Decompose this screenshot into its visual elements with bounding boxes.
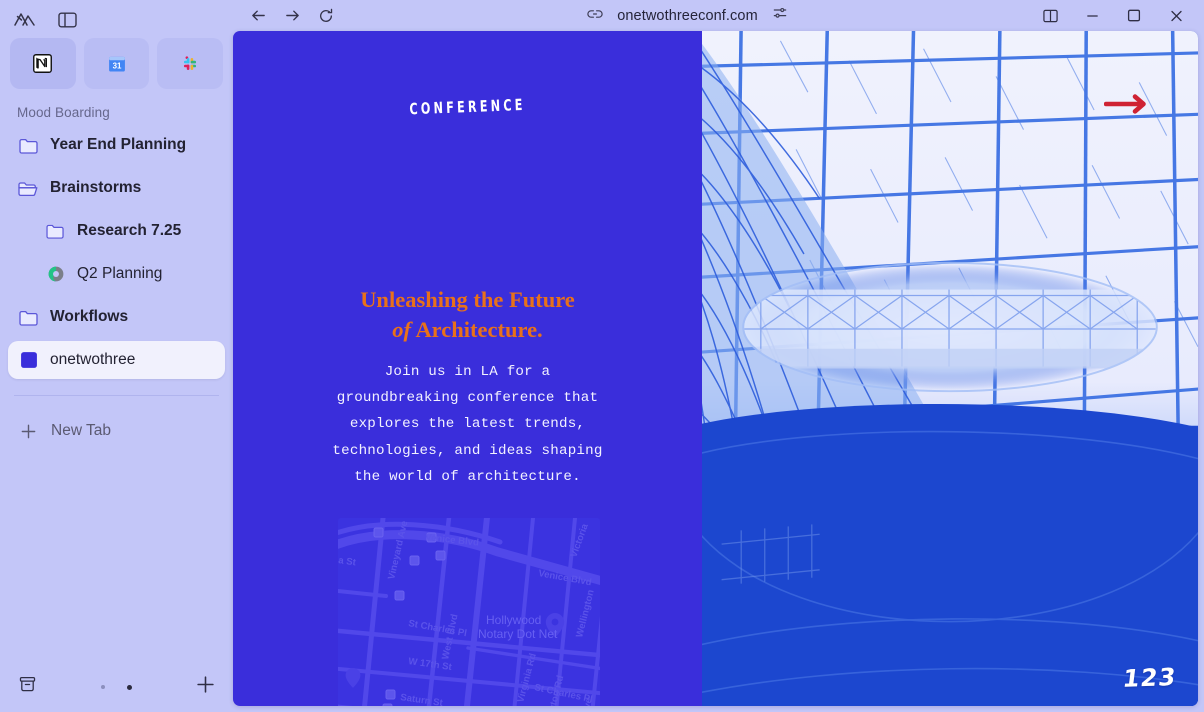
map-place-label-line2: Notary Dot Net	[478, 627, 558, 641]
headline-of: of	[392, 317, 411, 342]
folder-icon	[45, 221, 66, 242]
archive-icon[interactable]	[18, 675, 37, 699]
site-favicon-square-icon	[18, 350, 39, 371]
main-area: onetwothreeconf.com	[233, 0, 1204, 712]
folder-icon	[18, 307, 39, 328]
location-map[interactable]: Venice Blvd Venice Blvd Vineyard Ave St …	[338, 518, 600, 706]
forward-button[interactable]	[275, 3, 309, 29]
plus-icon	[18, 421, 39, 442]
pinned-app-google-calendar[interactable]: 31	[84, 38, 150, 89]
sidebar-item-year-end-planning[interactable]: Year End Planning	[8, 126, 225, 164]
folder-open-icon	[18, 178, 39, 199]
red-arrow-icon	[1104, 93, 1152, 115]
sliders-icon[interactable]	[772, 6, 788, 25]
sidebar: 31	[0, 0, 233, 712]
poster-body-text: Join us in LA for a groundbreaking confe…	[257, 359, 678, 490]
sidebar-item-label: Workflows	[50, 308, 128, 326]
photo-graphic	[702, 31, 1198, 706]
map-graphic: Venice Blvd Venice Blvd Vineyard Ave St …	[338, 518, 600, 706]
pinned-app-notion[interactable]	[10, 38, 76, 89]
add-space-button[interactable]	[196, 675, 215, 699]
sidebar-item-label: Year End Planning	[50, 136, 186, 154]
window-controls	[1032, 3, 1194, 29]
calendar-icon: 31	[107, 54, 127, 74]
pinned-apps-row: 31	[0, 31, 233, 89]
page-indicator-dots[interactable]	[37, 685, 196, 690]
page-number: 123	[1121, 663, 1178, 693]
sidebar-item-research-7-25[interactable]: Research 7.25	[8, 212, 225, 250]
browser-toolbar: onetwothreeconf.com	[233, 0, 1204, 31]
page-dot-active	[127, 685, 132, 690]
poster-panel: CONFERENCE Unleashing the Future of Arch…	[233, 31, 702, 706]
sidebar-item-label: Brainstorms	[50, 179, 141, 197]
poster-map-area: Venice Blvd Venice Blvd Vineyard Ave St …	[233, 518, 702, 706]
new-tab-button[interactable]: New Tab	[0, 413, 233, 449]
sidebar-toggle-icon[interactable]	[54, 9, 80, 31]
browser-window: 31	[0, 0, 1204, 712]
sidebar-item-onetwothree[interactable]: onetwothree	[8, 341, 225, 379]
back-button[interactable]	[241, 3, 275, 29]
web-page-content: CONFERENCE Unleashing the Future of Arch…	[233, 31, 1198, 706]
maximize-button[interactable]	[1116, 3, 1152, 29]
link-icon	[587, 7, 603, 25]
sidebar-divider	[14, 395, 219, 396]
sidebar-top-controls	[0, 0, 233, 31]
split-view-button[interactable]	[1032, 3, 1068, 29]
sidebar-item-label: Q2 Planning	[77, 265, 162, 283]
architecture-photo: 123	[702, 31, 1198, 706]
svg-text:31: 31	[112, 61, 121, 70]
poster-kicker: CONFERENCE	[233, 88, 702, 125]
headline-line-2: Architecture.	[415, 317, 542, 342]
url-text: onetwothreeconf.com	[617, 8, 758, 24]
page-dot	[101, 685, 105, 689]
map-place-label-line1: Hollywood	[486, 613, 541, 627]
space-label: Mood Boarding	[0, 89, 233, 120]
site-favicon-c-icon	[45, 264, 66, 285]
folder-icon	[18, 135, 39, 156]
sidebar-item-workflows[interactable]: Workflows	[8, 298, 225, 336]
new-tab-label: New Tab	[51, 422, 111, 440]
address-bar[interactable]: onetwothreeconf.com	[343, 6, 1032, 25]
close-button[interactable]	[1158, 3, 1194, 29]
poster-headline: Unleashing the Future of Architecture.	[233, 289, 702, 341]
notion-icon	[32, 53, 53, 74]
minimize-button[interactable]	[1074, 3, 1110, 29]
sidebar-bottom-bar	[0, 662, 233, 712]
sidebar-item-label: onetwothree	[50, 351, 135, 369]
sidebar-item-brainstorms[interactable]: Brainstorms	[8, 169, 225, 207]
reload-button[interactable]	[309, 3, 343, 29]
pinned-app-slack[interactable]	[157, 38, 223, 89]
headline-line-1: Unleashing the Future	[360, 287, 575, 312]
tab-list: Year End Planning Brainstorms Resea	[0, 120, 233, 384]
arc-logo-icon[interactable]	[12, 9, 38, 31]
slack-icon	[180, 54, 200, 74]
sidebar-item-q2-planning[interactable]: Q2 Planning	[8, 255, 225, 293]
sidebar-item-label: Research 7.25	[77, 222, 181, 240]
